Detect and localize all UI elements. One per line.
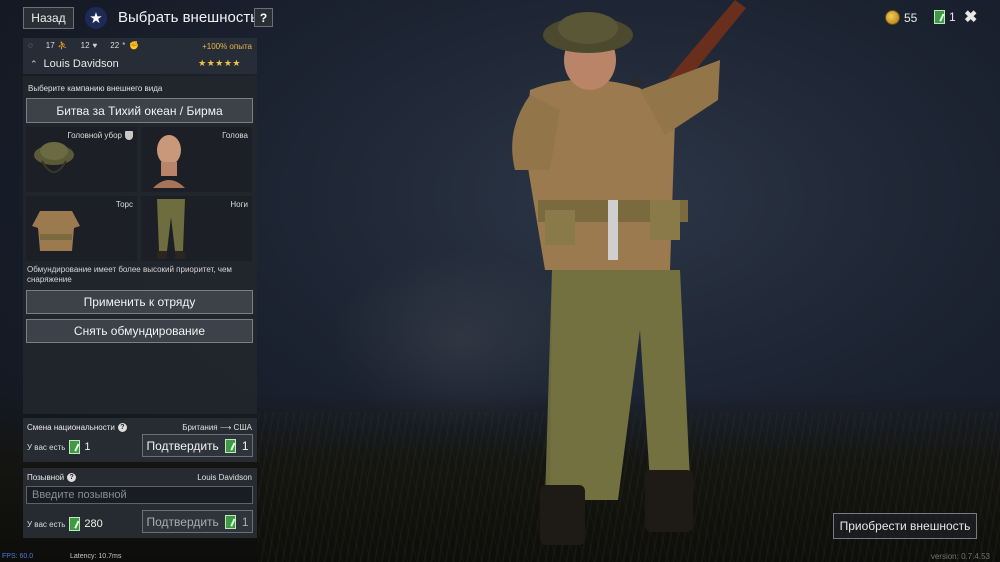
close-icon[interactable]: ✖ [964,7,977,27]
callsign-input[interactable] [26,486,253,504]
confirm-cost: 1 [241,514,249,529]
slot-torso[interactable]: Торс [26,196,137,261]
callsign-panel: Позывной ? Louis Davidson У вас есть 280… [23,468,257,538]
soldier-info-panel: ◌ 17 ⛹ 12 ♥ 22 * ✊ +100% опыта ⌃ Louis D… [23,38,257,74]
campaign-select-button[interactable]: Битва за Тихий океан / Бирма [26,98,253,123]
soldier-stars: ★★★★★ [198,58,241,68]
top-bar: Назад ★ Выбрать внешность ? 55 1 ✖ [0,0,1000,36]
campaign-section-label: Выберите кампанию внешнего вида [28,84,163,93]
callsign-title-row: Позывной ? [27,473,77,482]
callsign-current: Louis Davidson [197,473,252,482]
soldier-name-row: ⌃ Louis Davidson [30,58,119,70]
confirm-cost: 1 [241,438,249,453]
confirm-label: Подтвердить [146,438,219,453]
ticket-icon [69,517,81,531]
slot-label-legs: Ноги [230,200,248,209]
slot-label-headgear: Головной убор [67,131,133,140]
stat-value: 22 [110,41,120,50]
buy-appearance-button[interactable]: Приобрести внешность [833,513,977,539]
help-button[interactable]: ? [254,8,273,27]
nationality-from-to: Британия ⟶ США [182,423,252,432]
right-boot [645,470,693,532]
slot-legs[interactable]: Ноги [141,196,252,261]
gold-balance: 55 [885,10,917,25]
nationality-have: У вас есть 1 [27,440,91,454]
slot-label-head: Голова [222,131,248,140]
slot-head[interactable]: Голова [141,127,252,192]
nationality-panel: Смена национальности ? Британия ⟶ США У … [23,418,257,462]
head-thumbnail [153,135,185,188]
ticket-icon [934,10,945,24]
running-icon: ⛹ [57,41,68,50]
star-small-icon: * [122,41,126,50]
nationality-confirm-button[interactable]: Подтвердить 1 [142,434,253,457]
have-value: 280 [84,518,103,530]
latency-counter: Latency: 10.7ms [70,553,122,560]
tickets-balance: 1 [934,10,956,24]
crosshair-icon: ◌ [28,41,33,50]
left-boot [540,485,585,545]
callsign-title: Позывной [27,473,65,482]
xp-bonus: +100% опыта [202,42,252,51]
usa-star-icon: ★ [85,7,107,29]
have-value: 1 [84,441,91,453]
back-button[interactable]: Назад [23,7,74,29]
callsign-have: У вас есть 280 [27,517,103,531]
have-label: У вас есть [27,519,66,529]
apply-to-squad-button[interactable]: Применить к отряду [26,290,253,314]
appearance-panel: Выберите кампанию внешнего вида Битва за… [23,76,257,414]
gold-count: 55 [904,10,918,25]
heart-icon: ♥ [92,41,98,50]
torso-thumbnail [32,211,80,251]
tickets-count: 1 [949,10,956,24]
soldier-stats: ◌ 17 ⛹ 12 ♥ 22 * ✊ [28,41,140,50]
priority-note: Обмундирование имеет более высокий приор… [27,265,232,284]
question-icon[interactable]: ? [117,423,127,432]
shield-icon [125,131,133,140]
have-label: У вас есть [27,442,66,452]
ticket-icon [224,514,236,529]
soldier-name: Louis Davidson [43,58,119,70]
soldier-render [512,0,746,545]
page-title: Выбрать внешность [118,9,259,26]
confirm-label: Подтвердить [146,514,219,529]
gold-coin-icon [885,10,900,25]
stat-value: 17 [45,41,55,50]
nationality-title: Смена национальности [27,423,115,432]
rank-chevron-icon: ⌃ [30,58,38,69]
fist-icon: ✊ [129,41,140,50]
question-icon[interactable]: ? [67,473,77,482]
slot-headgear-text: Головной убор [67,131,122,140]
remove-uniform-button[interactable]: Снять обмундирование [26,319,253,343]
callsign-confirm-button[interactable]: Подтвердить 1 [142,510,253,533]
helmet-thumbnail [34,142,74,173]
ticket-icon [224,438,236,453]
legs-thumbnail [157,199,185,259]
ticket-icon [69,440,81,454]
nationality-title-row: Смена национальности ? [27,423,127,432]
version-label: version: 0.7.4.53 [930,552,990,561]
slot-label-torso: Торс [115,200,133,209]
slot-headgear[interactable]: Головной убор [26,127,137,192]
fps-counter: FPS: 60.0 [2,553,34,560]
stat-value: 12 [80,41,90,50]
